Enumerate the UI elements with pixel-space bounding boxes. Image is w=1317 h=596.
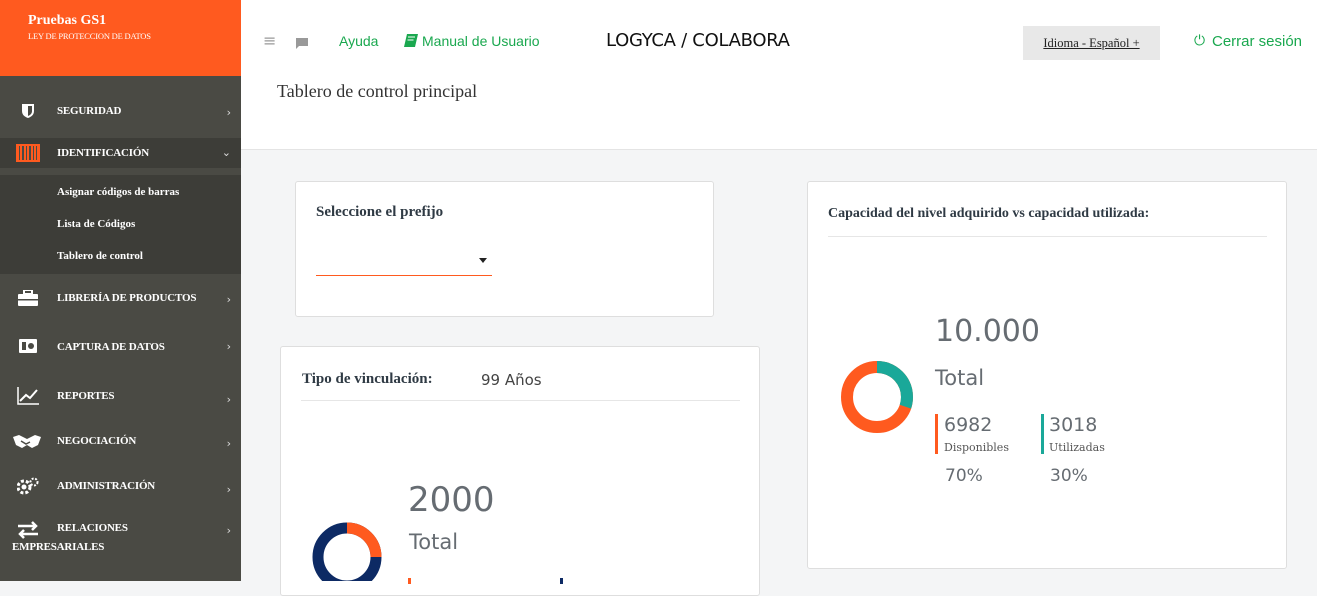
identificacion-submenu: Asignar códigos de barras Lista de Códig…	[0, 175, 241, 274]
language-selector[interactable]: Idioma - Español +	[1023, 26, 1160, 60]
sidebar-item-label: SEGURIDAD	[57, 105, 122, 117]
chart-icon	[16, 386, 40, 406]
used-bar	[1041, 414, 1044, 454]
sidebar-item-label: ADMINISTRACIÓN	[57, 480, 156, 492]
available-bar	[935, 414, 938, 454]
used-percent: 30%	[1050, 466, 1088, 486]
sidebar-item-label: IDENTIFICACIÓN	[57, 147, 149, 159]
power-icon: ⏻	[1194, 33, 1206, 49]
sidebar-item-captura[interactable]: CAPTURA DE DATOS ›	[0, 332, 241, 362]
topbar: ≡ Ayuda Manual de Usuario LOGYCA / COLAB…	[241, 0, 1317, 76]
app-title: LOGYCA / COLABORA	[606, 30, 790, 51]
sidebar-item-reportes[interactable]: REPORTES ›	[0, 381, 241, 411]
sidebar-item-negociacion[interactable]: NEGOCIACIÓN ›	[0, 426, 241, 456]
divider	[828, 236, 1267, 237]
logout-link[interactable]: Cerrar sesión	[1212, 33, 1302, 50]
sidebar-item-seguridad[interactable]: SEGURIDAD ›	[0, 96, 241, 126]
language-label: Idioma - Español +	[1043, 35, 1140, 50]
used-value: 3018	[1049, 414, 1098, 436]
divider	[301, 400, 740, 401]
sidebar-item-label-line2: EMPRESARIALES	[12, 541, 105, 553]
caret-down-icon	[479, 258, 487, 263]
donut-segment-orange	[346, 522, 382, 558]
briefcase-icon	[16, 288, 40, 308]
book-icon	[404, 34, 418, 50]
sidebar-item-relaciones[interactable]: RELACIONES EMPRESARIALES ›	[0, 516, 241, 566]
chevron-right-icon: ›	[226, 524, 231, 537]
link-total-number: 2000	[408, 480, 495, 520]
data-capture-icon	[16, 337, 40, 357]
sidebar-item-label: CAPTURA DE DATOS	[57, 341, 165, 353]
chevron-right-icon: ›	[226, 437, 231, 450]
prefix-card: Seleccione el prefijo	[295, 181, 714, 317]
page-title: Tablero de control principal	[277, 81, 478, 101]
capacity-total-number: 10.000	[935, 314, 1040, 349]
sidebar-item-label: RELACIONES	[57, 522, 128, 534]
chevron-down-icon: ⌄	[221, 146, 231, 159]
chevron-right-icon: ›	[226, 483, 231, 496]
chat-icon[interactable]	[296, 36, 308, 52]
brand-header: Pruebas GS1 LEY DE PROTECCION DE DATOS	[0, 0, 241, 76]
submenu-item-asignar[interactable]: Asignar códigos de barras	[57, 186, 179, 198]
chevron-right-icon: ›	[226, 340, 231, 353]
link-type-card: Tipo de vinculación: 99 Años 2000 Total	[280, 346, 760, 596]
sidebar-item-libreria[interactable]: LIBRERÍA DE PRODUCTOS ›	[0, 283, 241, 313]
link-type-title: Tipo de vinculación:	[302, 371, 433, 387]
sidebar-item-label: REPORTES	[57, 390, 115, 402]
brand-subtitle: LEY DE PROTECCION DE DATOS	[28, 31, 151, 41]
link-donut-chart	[312, 522, 382, 581]
available-label: Disponibles	[944, 441, 1009, 454]
handshake-icon	[12, 431, 42, 451]
capacity-title: Capacidad del nivel adquirido vs capacid…	[828, 206, 1150, 221]
sidebar-item-identificacion[interactable]: IDENTIFICACIÓN ⌄	[0, 138, 241, 168]
capacity-donut-chart	[841, 361, 913, 433]
available-marker	[408, 578, 411, 584]
brand-title: Pruebas GS1	[28, 13, 107, 28]
link-total-label: Total	[409, 530, 459, 554]
available-value: 6982	[944, 414, 993, 436]
sidebar-item-administracion[interactable]: ADMINISTRACIÓN ›	[0, 471, 241, 501]
barcode-icon	[16, 143, 40, 163]
chevron-right-icon: ›	[226, 106, 231, 119]
user-manual-link[interactable]: Manual de Usuario	[422, 33, 540, 49]
used-label: Utilizadas	[1049, 441, 1105, 454]
available-percent: 70%	[945, 466, 983, 486]
shield-icon	[16, 101, 40, 121]
used-marker	[560, 578, 563, 584]
menu-toggle-icon[interactable]: ≡	[263, 31, 276, 50]
gears-icon	[16, 476, 40, 496]
chevron-right-icon: ›	[226, 393, 231, 406]
submenu-item-lista-codigos[interactable]: Lista de Códigos	[57, 218, 135, 230]
prefix-select[interactable]	[316, 248, 492, 276]
capacity-total-label: Total	[935, 366, 985, 390]
prefix-card-title: Seleccione el prefijo	[316, 204, 444, 220]
page-header: Tablero de control principal	[241, 76, 1317, 150]
exchange-icon	[16, 520, 40, 540]
help-link[interactable]: Ayuda	[339, 33, 378, 49]
chevron-right-icon: ›	[226, 293, 231, 306]
sidebar: Pruebas GS1 LEY DE PROTECCION DE DATOS S…	[0, 0, 241, 581]
submenu-item-tablero[interactable]: Tablero de control	[57, 250, 143, 262]
sidebar-item-label: LIBRERÍA DE PRODUCTOS	[57, 292, 197, 304]
capacity-card: Capacidad del nivel adquirido vs capacid…	[807, 181, 1287, 569]
sidebar-item-label: NEGOCIACIÓN	[57, 435, 137, 447]
link-type-value: 99 Años	[481, 371, 542, 389]
